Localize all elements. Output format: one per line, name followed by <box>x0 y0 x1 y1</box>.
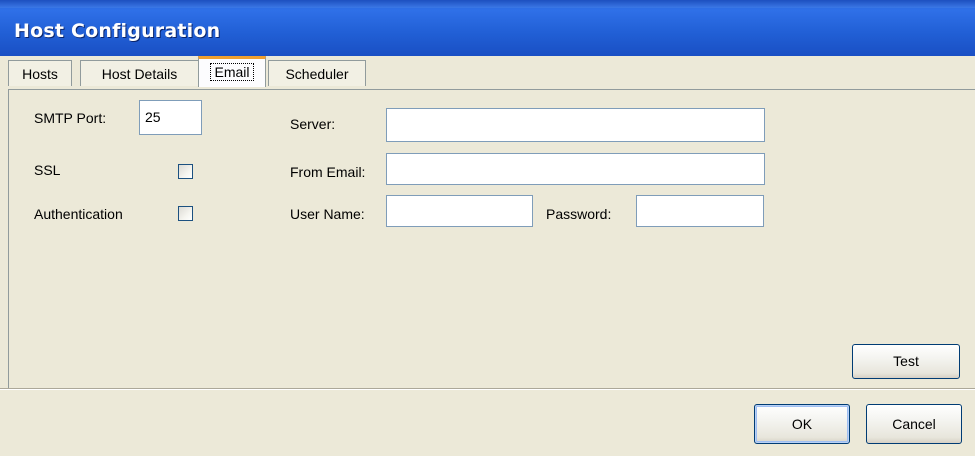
tab-host-details-label: Host Details <box>101 66 178 82</box>
tab-host-details[interactable]: Host Details <box>80 60 199 86</box>
test-button[interactable]: Test <box>852 344 960 379</box>
tab-scheduler[interactable]: Scheduler <box>268 60 366 86</box>
host-configuration-dialog: Host Configuration Hosts Host Details Em… <box>0 0 975 456</box>
tab-hosts[interactable]: Hosts <box>8 60 72 86</box>
ssl-label: SSL <box>34 162 61 178</box>
tab-scheduler-label: Scheduler <box>285 66 349 82</box>
authentication-label: Authentication <box>34 206 123 222</box>
cancel-button[interactable]: Cancel <box>866 404 962 444</box>
from-email-label: From Email: <box>290 164 366 180</box>
title-bar[interactable]: Host Configuration <box>0 0 975 56</box>
server-input[interactable] <box>386 108 765 142</box>
password-label: Password: <box>546 206 612 222</box>
footer-separator-highlight <box>0 389 975 390</box>
smtp-port-label: SMTP Port: <box>34 110 107 126</box>
authentication-checkbox[interactable] <box>178 206 193 221</box>
user-name-input[interactable] <box>386 195 533 227</box>
server-label: Server: <box>290 116 336 132</box>
ok-button[interactable]: OK <box>754 404 850 444</box>
user-name-label: User Name: <box>290 206 365 222</box>
smtp-port-input[interactable]: 25 <box>139 100 202 135</box>
password-input[interactable] <box>636 195 764 227</box>
title-bar-highlight <box>0 0 975 8</box>
tab-email[interactable]: Email <box>198 56 266 87</box>
tab-hosts-label: Hosts <box>22 66 58 82</box>
ssl-checkbox[interactable] <box>178 164 193 179</box>
from-email-input[interactable] <box>386 153 765 185</box>
window-title: Host Configuration <box>14 20 221 42</box>
tab-email-label: Email <box>210 63 254 81</box>
